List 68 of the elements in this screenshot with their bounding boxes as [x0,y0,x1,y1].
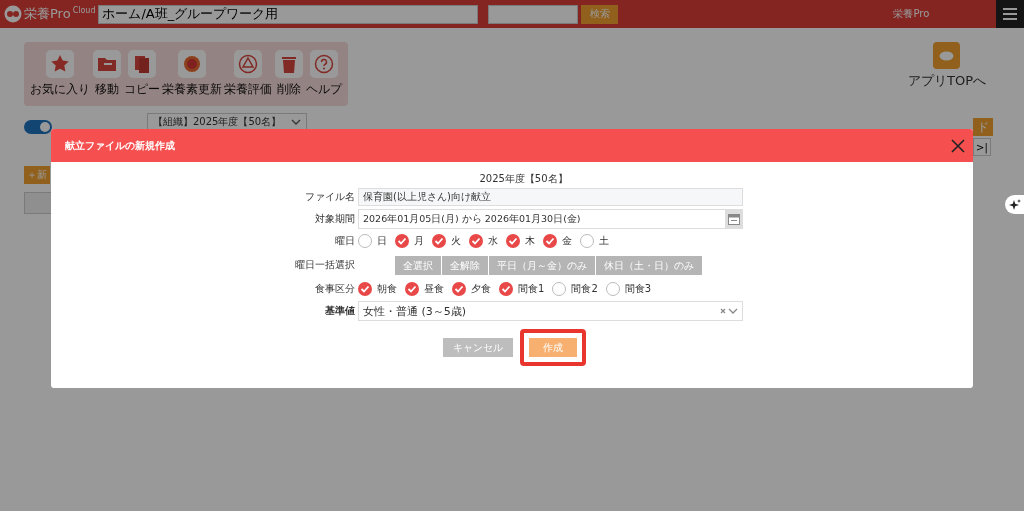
checked-icon[interactable] [506,234,520,248]
unchecked-icon[interactable] [552,282,567,296]
toolbar-button[interactable]: ヘルプ [306,50,342,98]
field-label: 対象期間 [314,212,355,226]
checkbox-option[interactable]: 木 [506,234,535,248]
app-logo: 栄養Pro [24,5,71,23]
ring-icon [182,54,202,74]
checkbox-option[interactable]: 間食3 [605,282,652,296]
toolbar-button[interactable]: コピー [124,50,160,98]
checkbox-option[interactable]: 朝食 [358,282,397,296]
help-icon [314,54,334,74]
search-field[interactable] [488,4,579,24]
toggle-switch[interactable] [24,120,52,134]
dialog-title: 献立ファイルの新規作成 [65,138,175,153]
dropdown-text: 【組織】2025年度【50名】 [153,115,282,129]
star-icon [50,54,70,74]
unchecked-icon[interactable] [605,282,620,296]
clear-chevron-icon [720,306,738,316]
checked-icon[interactable] [405,282,419,296]
checkbox-option[interactable]: 水 [469,234,498,248]
checkbox-option[interactable]: 土 [580,234,609,248]
field-label: ファイル名 [304,190,355,204]
copy-icon [132,54,152,74]
field-label: 曜日 [334,234,355,248]
close-icon [951,138,965,153]
checkbox-option[interactable]: 間食2 [552,282,598,296]
standard-select[interactable]: 女性・普通 (3～5歳) [358,301,743,321]
toolbar-button[interactable]: 栄養評価 [224,50,272,98]
checkbox-option[interactable]: 火 [432,234,461,248]
checkbox-option[interactable]: 金 [543,234,572,248]
checkbox-option[interactable]: 日 [358,234,387,248]
checked-icon[interactable] [432,234,446,248]
menu-icon [1003,8,1017,20]
assistant-button[interactable] [1005,195,1024,214]
checked-icon[interactable] [358,282,372,296]
toolbar-button[interactable]: お気に入り [30,50,90,98]
checked-icon[interactable] [395,234,409,248]
row-selector[interactable] [24,192,54,214]
checked-icon[interactable] [452,282,466,296]
dialog-subtitle: 2025年度【50名】 [478,172,569,186]
toolbar-button[interactable]: 栄養素更新 [162,50,222,98]
field-label: 基準値 [324,304,355,318]
unchecked-icon[interactable] [580,234,594,248]
chevron-down-icon [291,119,301,125]
last-page-button[interactable]: >| [973,138,991,156]
checked-icon[interactable] [543,234,557,248]
checked-icon[interactable] [499,282,513,296]
unchecked-icon[interactable] [358,234,372,248]
app-top-link[interactable]: アプリTOPへ [908,42,986,106]
field-label: 曜日一括選択 [294,258,355,272]
sparkle-icon [1008,198,1021,211]
close-button[interactable] [951,138,965,153]
date-range-field[interactable]: 2026年01月05日(月) から 2026年01月30日(金) [358,209,743,229]
checkbox-option[interactable]: 月 [395,234,424,248]
path-field[interactable]: ホーム/A班_グループワーク用 [98,4,479,24]
logo-icon [4,5,22,23]
checkbox-option[interactable]: 夕食 [452,282,491,296]
checkbox-option[interactable]: 間食1 [499,282,545,296]
menu-button[interactable] [996,0,1024,28]
field-label: 食事区分 [314,282,355,296]
calendar-icon [727,213,740,225]
logo-superscript: Cloud [72,6,96,15]
cloud-icon [933,42,961,69]
trash-icon [279,54,299,74]
checkbox-option[interactable]: 昼食 [405,282,444,296]
checked-icon[interactable] [469,234,483,248]
user-name: 栄養Pro [893,7,931,21]
file-name-field[interactable]: 保育園(以上児さん)向け献立 [358,188,743,206]
